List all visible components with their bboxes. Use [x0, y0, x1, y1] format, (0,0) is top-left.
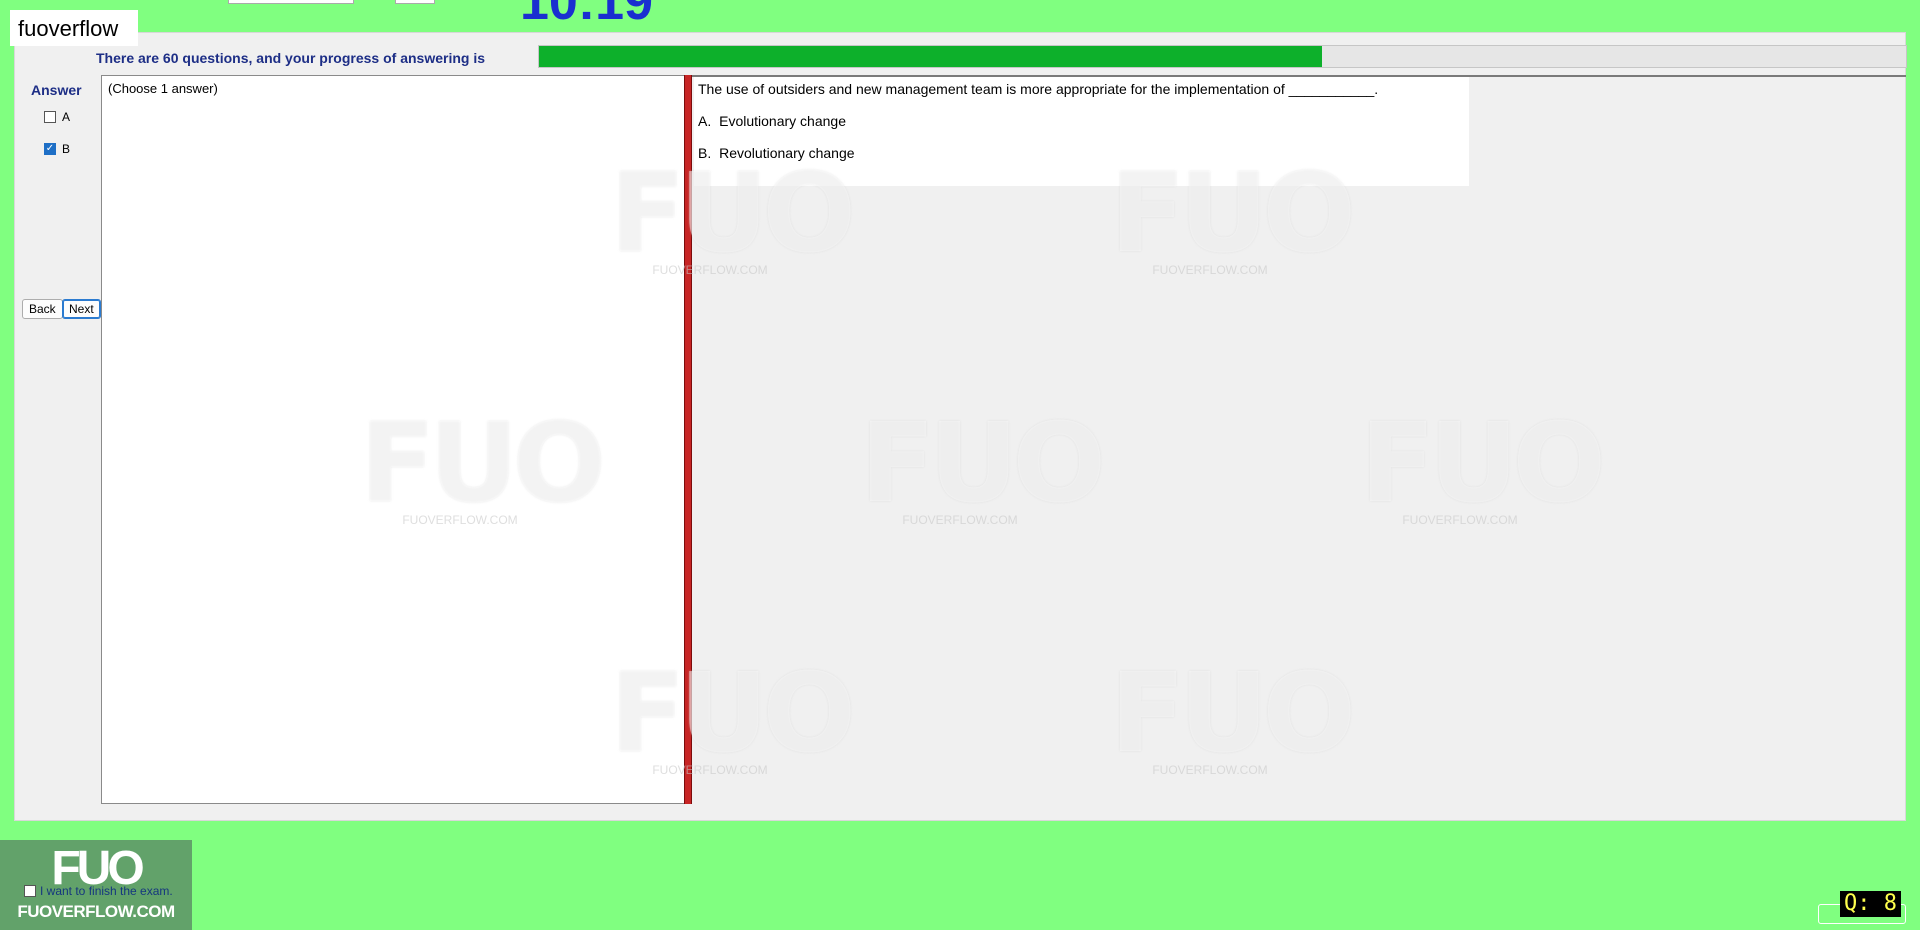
question-option-a: A. Evolutionary change: [698, 113, 1465, 129]
checkbox-a[interactable]: [44, 111, 56, 123]
back-button[interactable]: Back: [22, 299, 63, 319]
answer-option-a[interactable]: A: [44, 110, 70, 124]
question-box: The use of outsiders and new management …: [694, 77, 1469, 186]
checkbox-b[interactable]: ✓: [44, 143, 56, 155]
choose-instruction: (Choose 1 answer): [108, 81, 218, 96]
answer-title: Answer: [31, 82, 82, 98]
check-icon: ✓: [45, 143, 55, 154]
progress-bar: [538, 45, 1907, 68]
answer-option-b-label: B: [62, 142, 71, 156]
top-small-control[interactable]: [395, 0, 435, 4]
question-pane: The use of outsiders and new management …: [692, 75, 1906, 804]
brand-label: fuoverflow: [10, 10, 138, 46]
question-option-b-text: Revolutionary change: [719, 145, 855, 161]
logo-text: FUOVERFLOW.COM: [17, 902, 175, 921]
answer-pane: (Choose 1 answer): [101, 75, 685, 804]
exam-timer: 10:19: [520, 0, 653, 31]
finish-label: I want to finish the exam.: [40, 884, 173, 898]
finish-exam-option[interactable]: I want to finish the exam.: [24, 884, 173, 898]
finish-checkbox[interactable]: [24, 885, 36, 897]
exam-panel: There are 60 questions, and your progres…: [14, 32, 1907, 821]
question-counter: Q: 8: [1840, 891, 1901, 917]
question-option-a-letter: A.: [698, 113, 712, 129]
progress-bar-fill: [539, 46, 1323, 67]
progress-label: There are 60 questions, and your progres…: [96, 50, 485, 66]
question-option-b-letter: B.: [698, 145, 712, 161]
question-text: The use of outsiders and new management …: [698, 81, 1379, 97]
top-dropdown[interactable]: [228, 0, 354, 4]
question-option-b: B. Revolutionary change: [698, 145, 1465, 161]
answer-option-b[interactable]: ✓ B: [44, 142, 70, 156]
answer-option-a-label: A: [62, 110, 71, 124]
next-button[interactable]: Next: [62, 299, 101, 319]
pane-splitter[interactable]: [684, 75, 692, 804]
question-option-a-text: Evolutionary change: [719, 113, 846, 129]
